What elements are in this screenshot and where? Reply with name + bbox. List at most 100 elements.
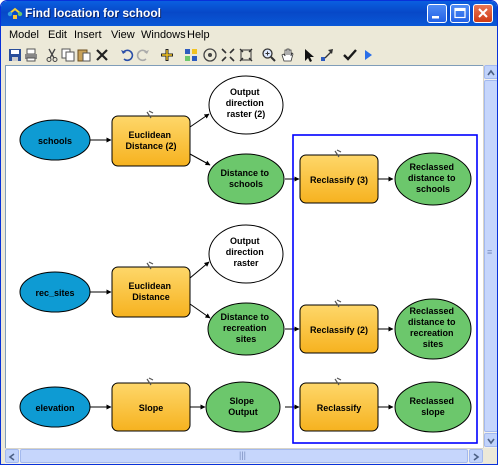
scrollbar-corner — [483, 448, 497, 463]
rec-sites-label: rec_sites — [35, 288, 74, 298]
cut-icon[interactable] — [44, 47, 60, 63]
paste-icon[interactable] — [76, 47, 92, 63]
title-bar[interactable]: Find location for school — [1, 1, 497, 26]
raster-label: raster — [233, 258, 259, 268]
tool-slope[interactable]: Slope — [111, 377, 191, 432]
select-icon[interactable] — [301, 47, 317, 63]
horizontal-scrollbar[interactable]: ||| — [5, 448, 483, 464]
reclassify-label: Reclassify — [317, 403, 362, 413]
svg-text:Slope Output: Slope Output — [228, 396, 258, 417]
euclidean-label: Euclidean — [128, 281, 171, 291]
maximize-icon — [454, 7, 466, 19]
slope-output-label: slope — [421, 407, 445, 417]
run-icon[interactable] — [360, 47, 376, 63]
tool-reclassify-2[interactable]: Reclassify (2) — [299, 299, 379, 354]
print-icon[interactable] — [23, 47, 39, 63]
tool-reclassify[interactable]: Reclassify — [299, 377, 379, 432]
auto-layout-icon[interactable] — [183, 47, 199, 63]
output-direction-raster[interactable]: Output direction raster — [208, 224, 284, 284]
validate-icon[interactable] — [342, 47, 358, 63]
chevron-left-icon — [8, 453, 15, 461]
menu-view[interactable]: View — [111, 29, 135, 41]
tool-euclidean-distance[interactable]: Euclidean Distance — [111, 261, 191, 318]
copy-icon[interactable] — [60, 47, 76, 63]
direction-label: direction — [226, 247, 264, 257]
vertical-scroll-thumb[interactable]: ≡ — [484, 80, 497, 432]
input-data-rec-sites[interactable]: rec_sites — [19, 271, 91, 313]
fixed-zoom-out-icon[interactable] — [238, 47, 254, 63]
delete-icon[interactable] — [94, 47, 110, 63]
minimize-button[interactable] — [427, 4, 447, 23]
svg-text:Euclidean Distance (: Euclidean Distance (2) — [125, 130, 176, 151]
chevron-down-icon — [487, 438, 495, 445]
raster-2-label: raster (2) — [227, 109, 266, 119]
minimize-icon — [432, 16, 439, 19]
distance-2-label: Distance (2) — [125, 141, 176, 151]
zoom-in-icon[interactable] — [261, 47, 277, 63]
app-window: Find location for school Model Edit Inse… — [0, 0, 498, 465]
derived-reclassed-slope[interactable]: Reclassed slope — [394, 381, 472, 433]
scroll-right-button[interactable] — [469, 449, 483, 463]
schools-derived-label: schools — [229, 179, 263, 189]
svg-text:Euclidean Distance: Euclidean Distance — [128, 281, 173, 302]
maximize-button[interactable] — [450, 4, 470, 23]
scroll-down-button[interactable] — [484, 433, 497, 447]
sites-label: sites — [423, 339, 444, 349]
derived-reclassed-distance-to-schools[interactable]: Reclassed distance to schools — [394, 152, 472, 206]
input-data-schools[interactable]: schools — [19, 119, 91, 161]
elevation-label: elevation — [35, 403, 74, 413]
tool-euclidean-distance-2[interactable]: Euclidean Distance (2) — [111, 110, 191, 167]
reclassify-3-label: Reclassify (3) — [310, 175, 368, 185]
add-data-icon[interactable] — [159, 47, 175, 63]
reclassed-label: Reclassed — [409, 162, 454, 172]
schools-label: schools — [416, 184, 450, 194]
distance-to-label: distance to — [408, 317, 456, 327]
redo-icon[interactable] — [135, 47, 151, 63]
save-icon[interactable] — [7, 47, 23, 63]
input-data-elevation[interactable]: elevation — [19, 386, 91, 428]
scroll-up-button[interactable] — [484, 65, 497, 79]
derived-distance-to-recreation-sites[interactable]: Distance to recreation sites — [207, 302, 285, 356]
full-extent-icon[interactable] — [202, 47, 218, 63]
menu-edit[interactable]: Edit — [48, 29, 67, 41]
sites-label: sites — [236, 334, 257, 344]
svg-text:Output direction: Output direction raster (2) — [226, 87, 267, 119]
distance-to-label: distance to — [408, 173, 456, 183]
menu-model[interactable]: Model — [9, 29, 39, 41]
reclassed-label: Reclassed — [409, 396, 454, 406]
euclidean-label: Euclidean — [128, 130, 171, 140]
distance-to-label: Distance to — [220, 168, 269, 178]
model-canvas[interactable]: schools Euclidean Distance (2) Output di… — [5, 65, 485, 450]
direction-label: direction — [226, 98, 264, 108]
fixed-zoom-in-icon[interactable] — [220, 47, 236, 63]
scroll-grip-icon: ≡ — [487, 247, 493, 257]
slope-label: Slope — [229, 396, 254, 406]
derived-reclassed-distance-to-recreation-sites[interactable]: Reclassed distance to recreation sites — [394, 298, 472, 360]
scroll-left-button[interactable] — [5, 449, 19, 463]
undo-icon[interactable] — [119, 47, 135, 63]
menu-insert[interactable]: Insert — [74, 29, 102, 41]
window-title: Find location for school — [25, 6, 161, 20]
output-direction-raster-2[interactable]: Output direction raster (2) — [208, 75, 284, 135]
chevron-right-icon — [473, 453, 480, 461]
tool-reclassify-3[interactable]: Reclassify (3) — [299, 149, 379, 204]
menu-help[interactable]: Help — [187, 29, 210, 41]
reclassify-2-label: Reclassify (2) — [310, 325, 368, 335]
recreation-label: recreation — [223, 323, 267, 333]
output-label: Output — [230, 87, 260, 97]
reclassed-label: Reclassed — [409, 306, 454, 316]
scroll-grip-icon: ||| — [239, 450, 247, 460]
model-app-icon — [7, 7, 23, 19]
derived-slope-output[interactable]: Slope Output — [205, 381, 281, 433]
menu-windows[interactable]: Windows — [141, 29, 186, 41]
pan-icon[interactable] — [279, 47, 295, 63]
close-button[interactable] — [473, 4, 493, 23]
output-label: Output — [228, 407, 258, 417]
vertical-scrollbar[interactable]: ≡ — [483, 65, 497, 448]
connect-icon[interactable] — [319, 47, 335, 63]
output-label: Output — [230, 236, 260, 246]
derived-distance-to-schools[interactable]: Distance to schools — [207, 153, 285, 205]
model-diagram: schools Euclidean Distance (2) Output di… — [19, 75, 478, 444]
horizontal-scroll-thumb[interactable]: ||| — [20, 449, 468, 463]
distance-label: Distance — [132, 292, 170, 302]
